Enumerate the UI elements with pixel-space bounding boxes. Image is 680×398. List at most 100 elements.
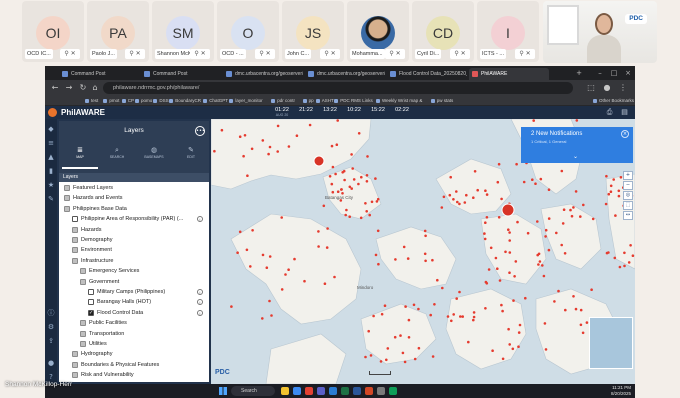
flood-control-marker[interactable] [496, 267, 499, 270]
panel-tab[interactable]: ◍ BASEMAPS [136, 145, 172, 169]
flood-control-marker[interactable] [331, 165, 335, 169]
flood-control-marker[interactable] [564, 308, 567, 312]
participant-tile[interactable]: JS John C... ⚲ ✕ [282, 1, 344, 62]
flood-control-marker[interactable] [561, 222, 565, 225]
taskbar-search[interactable]: Search [231, 386, 275, 396]
layer-tree-item[interactable]: Emergency Services [59, 266, 209, 276]
flood-control-marker[interactable] [487, 268, 491, 271]
flood-control-marker[interactable] [629, 244, 632, 247]
flood-control-marker[interactable] [542, 274, 546, 278]
flood-control-marker[interactable] [295, 134, 299, 137]
bookmark-item[interactable]: ChatGPT [203, 97, 228, 105]
outlook-icon[interactable] [329, 387, 337, 395]
flood-control-marker[interactable] [376, 197, 380, 201]
flood-control-marker[interactable] [623, 264, 626, 268]
flood-control-marker[interactable] [323, 282, 327, 285]
flood-control-marker[interactable] [472, 196, 475, 199]
layer-tree-item[interactable]: Public Facilities [59, 318, 209, 328]
flood-control-marker[interactable] [431, 355, 435, 358]
flood-control-marker[interactable] [631, 254, 635, 257]
flood-control-marker[interactable] [287, 268, 290, 271]
flood-control-marker[interactable] [334, 172, 337, 176]
flood-control-marker[interactable] [365, 210, 368, 213]
layer-tree-item[interactable]: Boundaries & Physical Features [59, 360, 209, 370]
flood-control-marker[interactable] [335, 143, 339, 146]
flood-control-marker[interactable] [293, 257, 296, 261]
flood-control-marker[interactable] [455, 297, 458, 300]
flood-control-marker[interactable] [407, 336, 411, 339]
flood-control-marker[interactable] [534, 182, 537, 185]
flood-control-marker[interactable] [308, 123, 312, 127]
layer-tree-item[interactable]: Philippine Area of Responsibility (PAR) … [59, 214, 209, 224]
flood-control-marker[interactable] [350, 187, 353, 190]
layer-checkbox[interactable]: ✓ [88, 309, 94, 316]
layer-tree-item[interactable]: Military Camps (Philippines) i [59, 287, 209, 297]
flood-control-marker[interactable] [374, 177, 377, 180]
flood-control-marker[interactable] [515, 162, 518, 166]
flood-control-marker[interactable] [491, 349, 494, 352]
expand-toggle-icon[interactable] [72, 372, 78, 379]
overview-inset-map[interactable] [589, 317, 633, 369]
panel-tab[interactable]: ⌕ SEARCH [99, 145, 135, 169]
flood-control-marker[interactable] [377, 262, 380, 266]
flood-control-marker[interactable] [317, 245, 320, 248]
flood-control-marker[interactable] [484, 189, 487, 192]
flood-control-marker[interactable] [484, 221, 487, 224]
flood-control-marker[interactable] [242, 154, 245, 158]
flood-control-marker[interactable] [276, 124, 280, 128]
hazards-nav-icon[interactable]: ▲ [47, 153, 55, 161]
flood-control-marker[interactable] [417, 307, 420, 311]
maps-app-icon[interactable] [389, 387, 397, 395]
layer-checkbox[interactable] [72, 216, 78, 223]
flood-control-marker[interactable] [607, 192, 611, 196]
participant-tile[interactable]: OI OCD IC... ⚲ ✕ [22, 1, 84, 62]
user-nav-icon[interactable]: ● [47, 359, 55, 367]
flood-control-marker[interactable] [348, 215, 351, 218]
browser-tab[interactable]: dmc.urbacentra.org/geoserver/geo... [223, 68, 303, 80]
flood-control-marker[interactable] [570, 214, 574, 218]
expand-toggle-icon[interactable] [80, 330, 86, 337]
flood-control-marker[interactable] [360, 175, 363, 179]
expand-toggle-icon[interactable] [80, 268, 86, 275]
flood-control-marker[interactable] [579, 215, 582, 218]
flood-control-marker[interactable] [352, 178, 356, 181]
teams-icon[interactable] [317, 387, 325, 395]
expand-toggle-icon[interactable] [72, 257, 78, 264]
flood-control-marker[interactable] [538, 260, 542, 263]
layer-tree-item[interactable]: Hazards and Events [59, 193, 209, 203]
bookmark-item[interactable]: DSS [153, 97, 169, 105]
flood-control-marker[interactable] [431, 258, 434, 262]
flood-control-marker[interactable] [357, 132, 361, 135]
flood-control-marker[interactable] [511, 347, 515, 351]
maximize-icon[interactable]: □ [607, 66, 621, 80]
flood-control-marker[interactable] [508, 251, 512, 254]
flood-control-marker[interactable] [251, 229, 254, 232]
flood-control-marker[interactable] [449, 175, 452, 179]
file-explorer-icon[interactable] [281, 387, 289, 395]
flood-control-marker[interactable] [429, 313, 432, 317]
flood-control-marker[interactable] [330, 182, 334, 186]
print-icon[interactable]: ⎙ [605, 108, 614, 117]
bookmark-item[interactable]: pw stats [430, 97, 453, 105]
flood-control-marker[interactable] [343, 178, 346, 182]
flood-control-marker[interactable] [507, 327, 510, 331]
layer-tree-item[interactable]: Infrastructure [59, 256, 209, 266]
flood-control-marker[interactable] [581, 331, 585, 335]
start-icon[interactable] [219, 387, 227, 395]
flood-control-marker[interactable] [572, 295, 575, 298]
layer-tree-item[interactable]: Hazards [59, 225, 209, 235]
flood-control-marker[interactable] [574, 190, 578, 193]
flood-control-marker[interactable] [284, 273, 287, 276]
flood-control-marker[interactable] [423, 252, 427, 256]
flood-control-marker[interactable] [423, 229, 427, 233]
flood-control-marker[interactable] [613, 256, 617, 260]
chart-nav-icon[interactable]: ▮ [47, 167, 55, 175]
forward-icon[interactable]: → [63, 80, 75, 96]
browser-tab[interactable]: dmc.urbacentra.org/geoserver/geo... [305, 68, 385, 80]
flood-control-marker[interactable] [345, 208, 348, 212]
flood-control-marker[interactable] [213, 149, 216, 153]
flood-control-marker[interactable] [483, 232, 486, 235]
flood-control-marker[interactable] [541, 264, 544, 267]
layer-tree-item[interactable]: Government [59, 277, 209, 287]
flood-control-marker[interactable] [524, 296, 527, 300]
